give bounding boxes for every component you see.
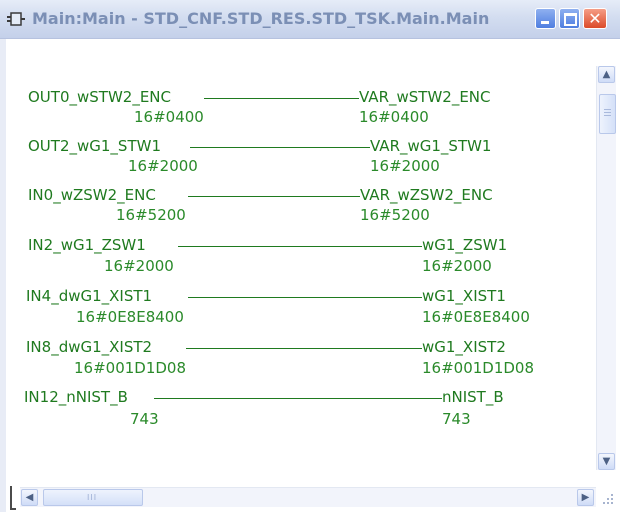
connection-wire bbox=[188, 196, 360, 197]
target-value: 743 bbox=[442, 410, 471, 428]
grip-icon: III bbox=[87, 493, 98, 502]
horizontal-scroll-thumb[interactable]: III bbox=[43, 489, 143, 506]
source-value: 16#001D1D08 bbox=[74, 359, 187, 377]
target-value: 16#001D1D08 bbox=[422, 359, 535, 377]
vertical-scrollbar[interactable]: ▲ ▼ bbox=[596, 66, 616, 470]
connection-wire bbox=[154, 398, 442, 399]
window-title: Main:Main - STD_CNF.STD_RES.STD_TSK.Main… bbox=[32, 9, 490, 28]
chevron-down-icon: ▼ bbox=[602, 456, 611, 467]
target-value: 16#0400 bbox=[359, 108, 429, 126]
source-signal[interactable]: OUT2_wG1_STW1 bbox=[28, 137, 161, 155]
chevron-up-icon: ▲ bbox=[602, 69, 611, 80]
source-signal[interactable]: IN0_wZSW2_ENC bbox=[28, 186, 156, 204]
title-bar[interactable]: Main:Main - STD_CNF.STD_RES.STD_TSK.Main… bbox=[0, 0, 620, 39]
connection-wire bbox=[190, 147, 370, 148]
target-variable[interactable]: VAR_wG1_STW1 bbox=[370, 137, 491, 155]
grip-line bbox=[604, 115, 611, 116]
source-signal[interactable]: IN2_wG1_ZSW1 bbox=[28, 236, 146, 254]
connection-wire bbox=[188, 297, 422, 298]
resize-grip[interactable] bbox=[601, 492, 615, 506]
grip-line bbox=[604, 109, 611, 110]
target-variable[interactable]: nNIST_B bbox=[442, 388, 504, 406]
connection-wire bbox=[186, 348, 422, 349]
target-variable[interactable]: wG1_XIST1 bbox=[422, 287, 506, 305]
target-value: 16#2000 bbox=[370, 157, 440, 175]
connection-wire bbox=[204, 98, 359, 99]
target-value: 16#5200 bbox=[360, 206, 430, 224]
close-icon: ✕ bbox=[588, 9, 602, 28]
scroll-down-button[interactable]: ▼ bbox=[598, 453, 615, 470]
grip-line bbox=[604, 112, 611, 113]
target-variable[interactable]: VAR_wSTW2_ENC bbox=[359, 88, 490, 106]
target-variable[interactable]: VAR_wZSW2_ENC bbox=[360, 186, 493, 204]
scroll-right-button[interactable]: ▶ bbox=[577, 489, 594, 506]
source-signal[interactable]: IN8_dwG1_XIST2 bbox=[26, 338, 152, 356]
close-button[interactable]: ✕ bbox=[583, 8, 607, 29]
source-value: 16#2000 bbox=[104, 257, 174, 275]
source-value: 16#2000 bbox=[128, 157, 198, 175]
client-area bbox=[0, 39, 620, 512]
vertical-scroll-thumb[interactable] bbox=[599, 94, 616, 134]
function-block-icon bbox=[7, 12, 25, 26]
scroll-up-button[interactable]: ▲ bbox=[598, 66, 615, 83]
target-variable[interactable]: wG1_XIST2 bbox=[422, 338, 506, 356]
bracket-marker bbox=[10, 486, 16, 510]
source-value: 16#0E8E8400 bbox=[76, 308, 184, 326]
source-signal[interactable]: IN4_dwG1_XIST1 bbox=[26, 287, 152, 305]
source-signal[interactable]: OUT0_wSTW2_ENC bbox=[28, 88, 171, 106]
chevron-left-icon: ◀ bbox=[25, 492, 34, 503]
scroll-left-button[interactable]: ◀ bbox=[21, 489, 38, 506]
chevron-right-icon: ▶ bbox=[581, 492, 590, 503]
horizontal-scrollbar[interactable]: ◀ III ▶ bbox=[20, 487, 596, 507]
target-variable[interactable]: wG1_ZSW1 bbox=[422, 236, 507, 254]
source-signal[interactable]: IN12_nNIST_B bbox=[24, 388, 128, 406]
window-frame bbox=[0, 39, 6, 512]
source-value: 743 bbox=[130, 410, 159, 428]
source-value: 16#5200 bbox=[116, 206, 186, 224]
target-value: 16#2000 bbox=[422, 257, 492, 275]
target-value: 16#0E8E8400 bbox=[422, 308, 530, 326]
maximize-button[interactable] bbox=[559, 8, 580, 29]
connection-wire bbox=[178, 246, 422, 247]
minimize-button[interactable] bbox=[535, 8, 556, 29]
source-value: 16#0400 bbox=[134, 108, 204, 126]
